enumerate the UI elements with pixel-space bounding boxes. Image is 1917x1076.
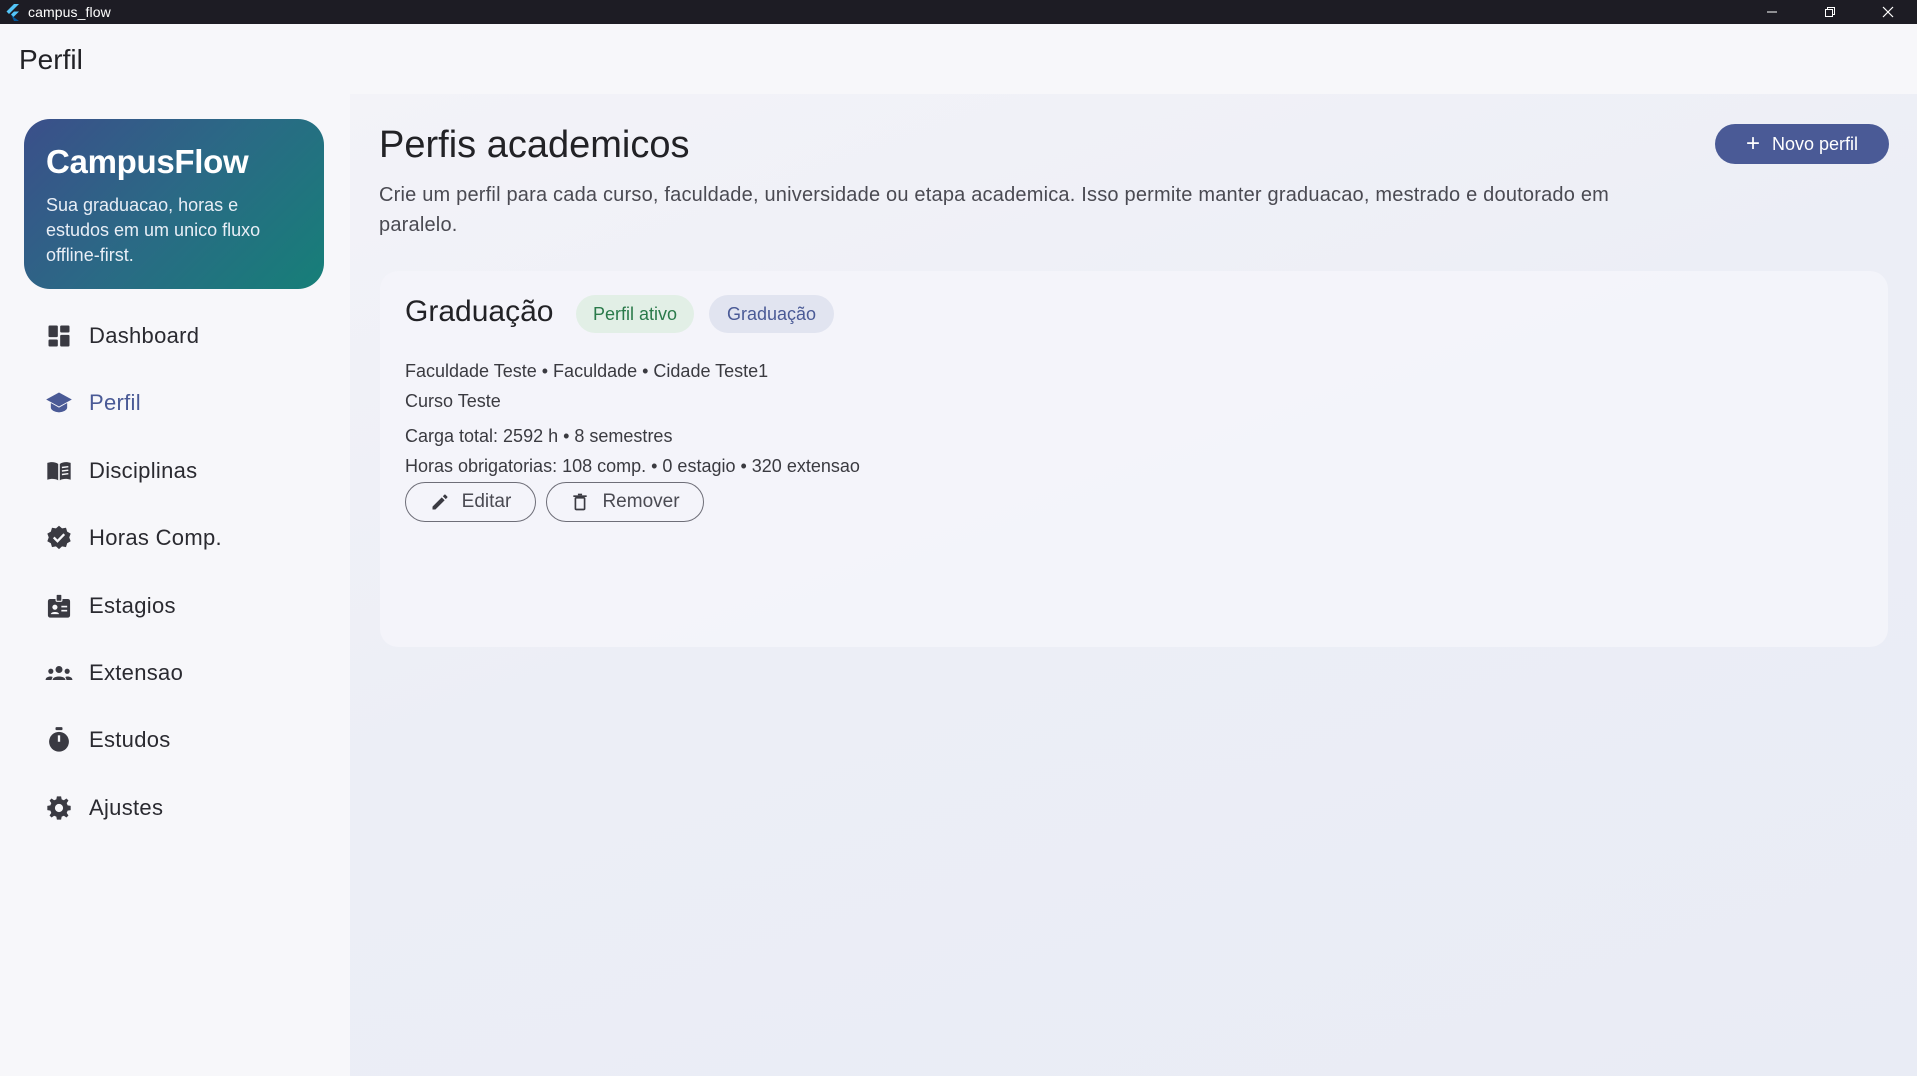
- section-description: Crie um perfil para cada curso, faculdad…: [379, 184, 1610, 236]
- remove-button[interactable]: Remover: [546, 482, 704, 522]
- book-icon: [44, 456, 74, 486]
- restore-button[interactable]: [1801, 0, 1859, 24]
- active-profile-badge: Perfil ativo: [576, 295, 694, 333]
- window-title: campus_flow: [28, 4, 111, 20]
- window-controls: [1743, 0, 1917, 24]
- remove-label: Remover: [602, 491, 680, 512]
- brand-tagline: Sua graduacao, horas e estudos em um uni…: [46, 195, 261, 265]
- sidebar-item-perfil[interactable]: Perfil: [20, 375, 320, 431]
- new-profile-label: Novo perfil: [1771, 133, 1859, 154]
- sidebar-item-label: Perfil: [89, 390, 141, 415]
- restore-icon: [1825, 7, 1835, 17]
- profile-type-badge: Graduação: [709, 295, 834, 333]
- flutter-logo-icon: [6, 4, 19, 21]
- sidebar-item-label: Ajustes: [89, 795, 164, 820]
- group-icon: [44, 658, 74, 688]
- sidebar-item-dashboard[interactable]: Dashboard: [20, 308, 320, 364]
- window-titlebar: campus_flow: [0, 0, 1917, 24]
- profile-title: Graduação: [405, 295, 554, 328]
- sidebar-item-label: Disciplinas: [89, 458, 198, 483]
- main-content: Perfis academicos Crie um perfil para ca…: [350, 94, 1917, 1076]
- close-icon: [1882, 6, 1894, 18]
- edit-label: Editar: [461, 491, 512, 512]
- sidebar-item-ajustes[interactable]: Ajustes: [20, 780, 320, 836]
- trash-icon: [573, 493, 588, 511]
- page-title: Perfil: [19, 44, 83, 75]
- sidebar-item-disciplinas[interactable]: Disciplinas: [20, 443, 320, 499]
- new-profile-button[interactable]: + Novo perfil: [1715, 124, 1889, 164]
- sidebar-item-estagios[interactable]: Estagios: [20, 578, 320, 634]
- sidebar-item-label: Extensao: [89, 660, 184, 685]
- course-line: Curso Teste: [405, 391, 501, 411]
- dashboard-icon: [44, 321, 74, 351]
- minimize-icon: [1767, 11, 1777, 13]
- minimize-button[interactable]: [1743, 0, 1801, 24]
- sidebar: CampusFlow Sua graduacao, horas e estudo…: [0, 94, 350, 1076]
- sidebar-item-label: Horas Comp.: [89, 525, 222, 550]
- sidebar-item-label: Estudos: [89, 727, 171, 752]
- verified-badge-icon: [44, 523, 74, 553]
- workload-line: Carga total: 2592 h • 8 semestres: [405, 426, 673, 446]
- app-bar: Perfil: [0, 24, 1917, 94]
- edit-button[interactable]: Editar: [405, 482, 536, 522]
- badge-id-icon: [44, 591, 74, 621]
- plus-icon: +: [1745, 130, 1760, 157]
- profile-card: Graduação Perfil ativo Graduação Faculda…: [380, 271, 1888, 647]
- sidebar-item-extensao[interactable]: Extensao: [20, 645, 320, 701]
- institution-line: Faculdade Teste • Faculdade • Cidade Tes…: [405, 361, 769, 381]
- pencil-icon: [432, 494, 448, 510]
- graduation-cap-icon: [44, 388, 74, 418]
- gear-icon: [44, 793, 74, 823]
- sidebar-item-label: Dashboard: [89, 323, 200, 348]
- required-hours-line: Horas obrigatorias: 108 comp. • 0 estagi…: [405, 456, 860, 476]
- section-title: Perfis academicos: [379, 124, 690, 166]
- close-button[interactable]: [1859, 0, 1917, 24]
- sidebar-item-label: Estagios: [89, 593, 176, 618]
- brand-card: CampusFlow Sua graduacao, horas e estudo…: [24, 119, 324, 289]
- brand-name: CampusFlow: [46, 143, 249, 180]
- timer-icon: [44, 725, 74, 755]
- sidebar-item-horas-comp[interactable]: Horas Comp.: [20, 510, 320, 566]
- sidebar-item-estudos[interactable]: Estudos: [20, 712, 320, 768]
